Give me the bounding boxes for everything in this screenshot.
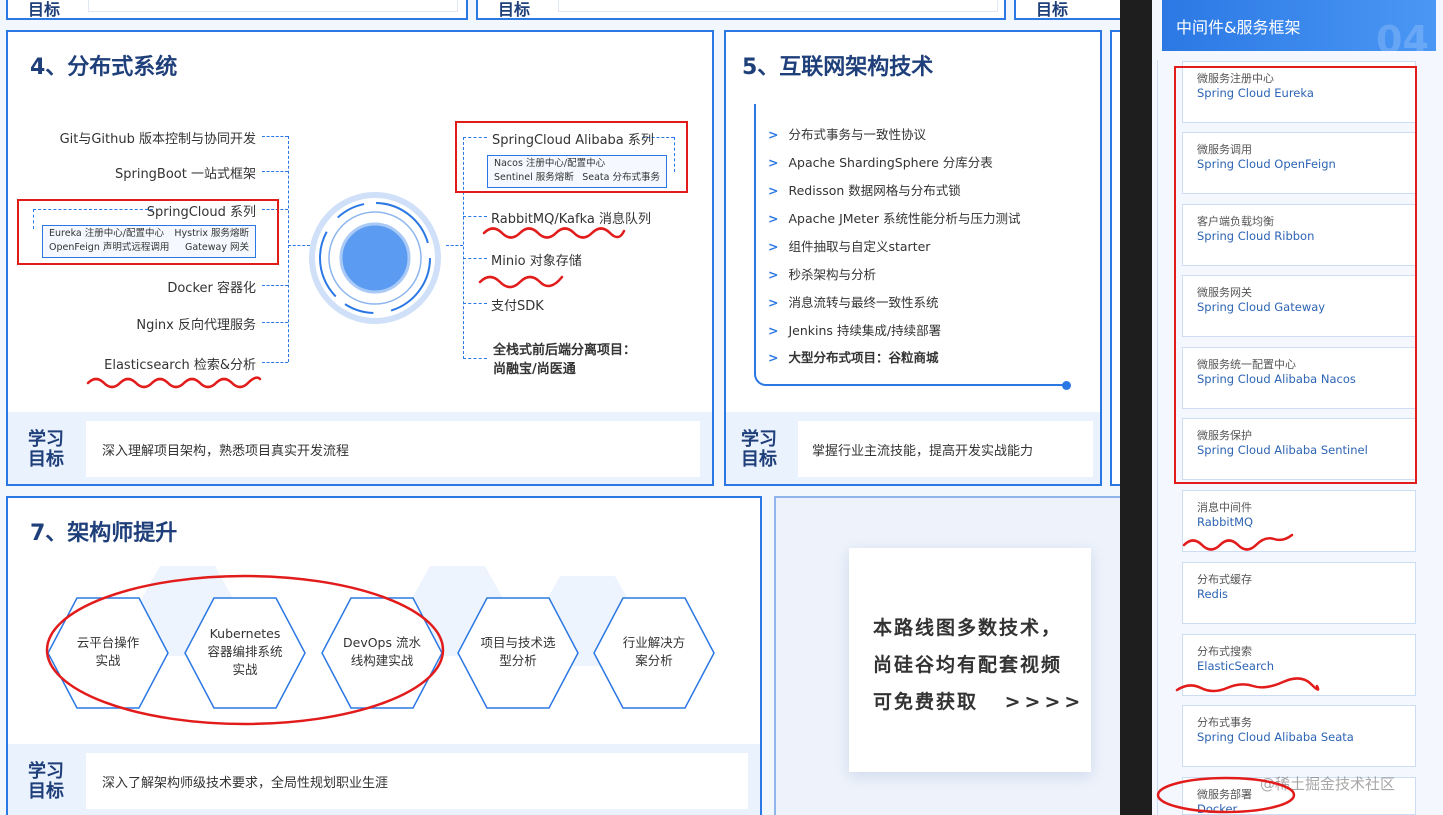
left-item-nginx: Nginx 反向代理服务 [136,318,256,333]
promo-line-1: 本路线图多数技术， [873,617,1063,639]
connector-line [463,137,464,359]
frame-end-dot [1062,381,1071,390]
left-item-elasticsearch: Elasticsearch 检索&分析 [104,358,256,373]
sidebar-item[interactable]: 客户端负载均衡 Spring Cloud Ribbon [1182,204,1416,266]
sidebar-item[interactable]: 微服务调用 Spring Cloud OpenFeign [1182,132,1416,194]
sidebar-item[interactable]: 分布式搜索 ElasticSearch [1182,634,1416,696]
connector-line [288,136,289,362]
top-fragment-label: 目标 [498,0,531,19]
section-internet-title: 5、互联网架构技术 [742,55,934,80]
hexagon-label-industry: 行业解决方 案分析 [622,635,686,668]
promo-line-2: 尚硅谷均有配套视频 [873,654,1063,676]
connector-line [463,137,487,138]
top-fragment-label: 目标 [1036,0,1069,19]
internet-list-item: > 消息流转与最终一致性系统 [768,295,939,310]
connector-line [463,216,487,217]
sidebar-item[interactable]: 分布式事务 Spring Cloud Alibaba Seata [1182,705,1416,767]
connector-line [262,362,288,363]
right-item-minio: Minio 对象存储 [491,254,582,269]
internet-list-item: > 大型分布式项目：谷粒商城 [768,350,939,365]
springcloud-sub-box: Eureka 注册中心/配置中心 Hystrix 服务熔断 OpenFeign … [42,225,256,258]
connector-line [262,171,288,172]
internet-list-item: > 组件抽取与自定义starter [768,239,931,254]
left-item-springboot: SpringBoot 一站式框架 [114,167,256,182]
top-card-fragment-3: 目标 [1014,0,1124,20]
sidebar-item[interactable]: 分布式缓存 Redis [1182,562,1416,624]
center-circle-graphic [309,192,441,324]
connector-line [33,209,34,229]
alibaba-title: SpringCloud Alibaba 系列 [492,133,654,148]
top-card-fragment-2: 目标 [476,0,1006,20]
right-item-pay-sdk: 支付SDK [491,299,544,314]
sidebar-track [1157,60,1158,815]
project-line-2: 尚融宝/尚医通 [493,362,576,377]
dark-panel [1120,0,1152,815]
sub-item: Gateway 网关 [185,242,249,253]
internet-list-item: > 秒杀架构与分析 [768,267,876,282]
hexagon-label-tech-selection: 项目与技术选 型分析 [480,635,556,668]
internet-list-item: > 分布式事务与一致性协议 [768,127,926,142]
sidebar-header: 中间件&服务框架 04 [1162,0,1436,51]
top-card-fragment-1: 目标 [6,0,468,20]
sidebar-item[interactable]: 消息中间件 RabbitMQ [1182,490,1416,552]
internet-list-item: > Apache ShardingSphere 分库分表 [768,155,993,170]
internet-list-item: > Jenkins 持续集成/持续部署 [768,323,942,338]
left-item-git: Git与Github 版本控制与协同开发 [59,132,256,147]
sub-item: Seata 分布式事务 [582,172,660,183]
promo-line-3: 可免费获取 [873,691,979,713]
connector-line [262,136,288,137]
connector-line [262,322,288,323]
sub-item: Hystrix 服务熔断 [174,228,249,239]
project-line-1: 全栈式前后端分离项目： [493,343,637,358]
goal-label: 学习 目标 [741,429,777,470]
left-item-docker: Docker 容器化 [167,281,256,296]
promo-box: 本路线图多数技术， 尚硅谷均有配套视频 可免费获取 >>>> [849,548,1091,772]
connector-line [446,245,463,246]
connector-line [674,137,675,172]
goal-label: 学习 目标 [28,761,64,802]
sub-item: Sentinel 服务熔断 [494,172,574,183]
sidebar-item[interactable]: 微服务网关 Spring Cloud Gateway [1182,275,1416,337]
sidebar-item[interactable]: 微服务保护 Spring Cloud Alibaba Sentinel [1182,418,1416,480]
connector-line [262,209,288,210]
goal-text: 深入理解项目架构，熟悉项目真实开发流程 [86,421,700,477]
connector-line [33,209,153,210]
connector-line [463,258,487,259]
left-item-springcloud: SpringCloud 系列 [146,205,256,220]
top-fragment-label: 目标 [28,0,61,19]
alibaba-sub-box: Nacos 注册中心/配置中心 Sentinel 服务熔断 Seata 分布式事… [487,155,667,188]
watermark: @稀土掘金技术社区 [1260,775,1396,793]
connector-line [463,303,487,304]
goal-text: 深入了解架构师级技术要求，全局性规划职业生涯 [86,753,748,809]
sidebar-header-title: 中间件&服务框架 [1176,18,1301,37]
sub-item: Nacos 注册中心/配置中心 [494,158,606,169]
right-item-rabbitmq: RabbitMQ/Kafka 消息队列 [491,212,651,227]
hexagon-label-devops: DevOps 流水 线构建实战 [343,635,421,668]
hexagon-label-cloud: 云平台操作 实战 [76,635,140,668]
sidebar-header-number: 04 [1376,18,1429,51]
connector-line [463,358,487,359]
goal-label: 学习 目标 [28,429,64,470]
promo-arrows: >>>> [1004,691,1085,713]
internet-list-item: > Apache JMeter 系统性能分析与压力测试 [768,211,1021,226]
sub-item: OpenFeign 声明式远程调用 [49,242,170,253]
sidebar-item[interactable]: 微服务注册中心 Spring Cloud Eureka [1182,61,1416,123]
hexagon-label-kubernetes: Kubernetes 容器编排系统 实战 [207,626,283,677]
section-architect-title: 7、架构师提升 [30,521,178,546]
section-distributed-title: 4、分布式系统 [30,55,178,80]
goal-text: 掌握行业主流技能，提高开发实战能力 [798,421,1093,477]
sidebar-item[interactable]: 微服务统一配置中心 Spring Cloud Alibaba Nacos [1182,347,1416,409]
internet-list-item: > Redisson 数据网格与分布式锁 [768,183,961,198]
sub-item: Eureka 注册中心/配置中心 [49,228,164,239]
connector-line [262,285,288,286]
